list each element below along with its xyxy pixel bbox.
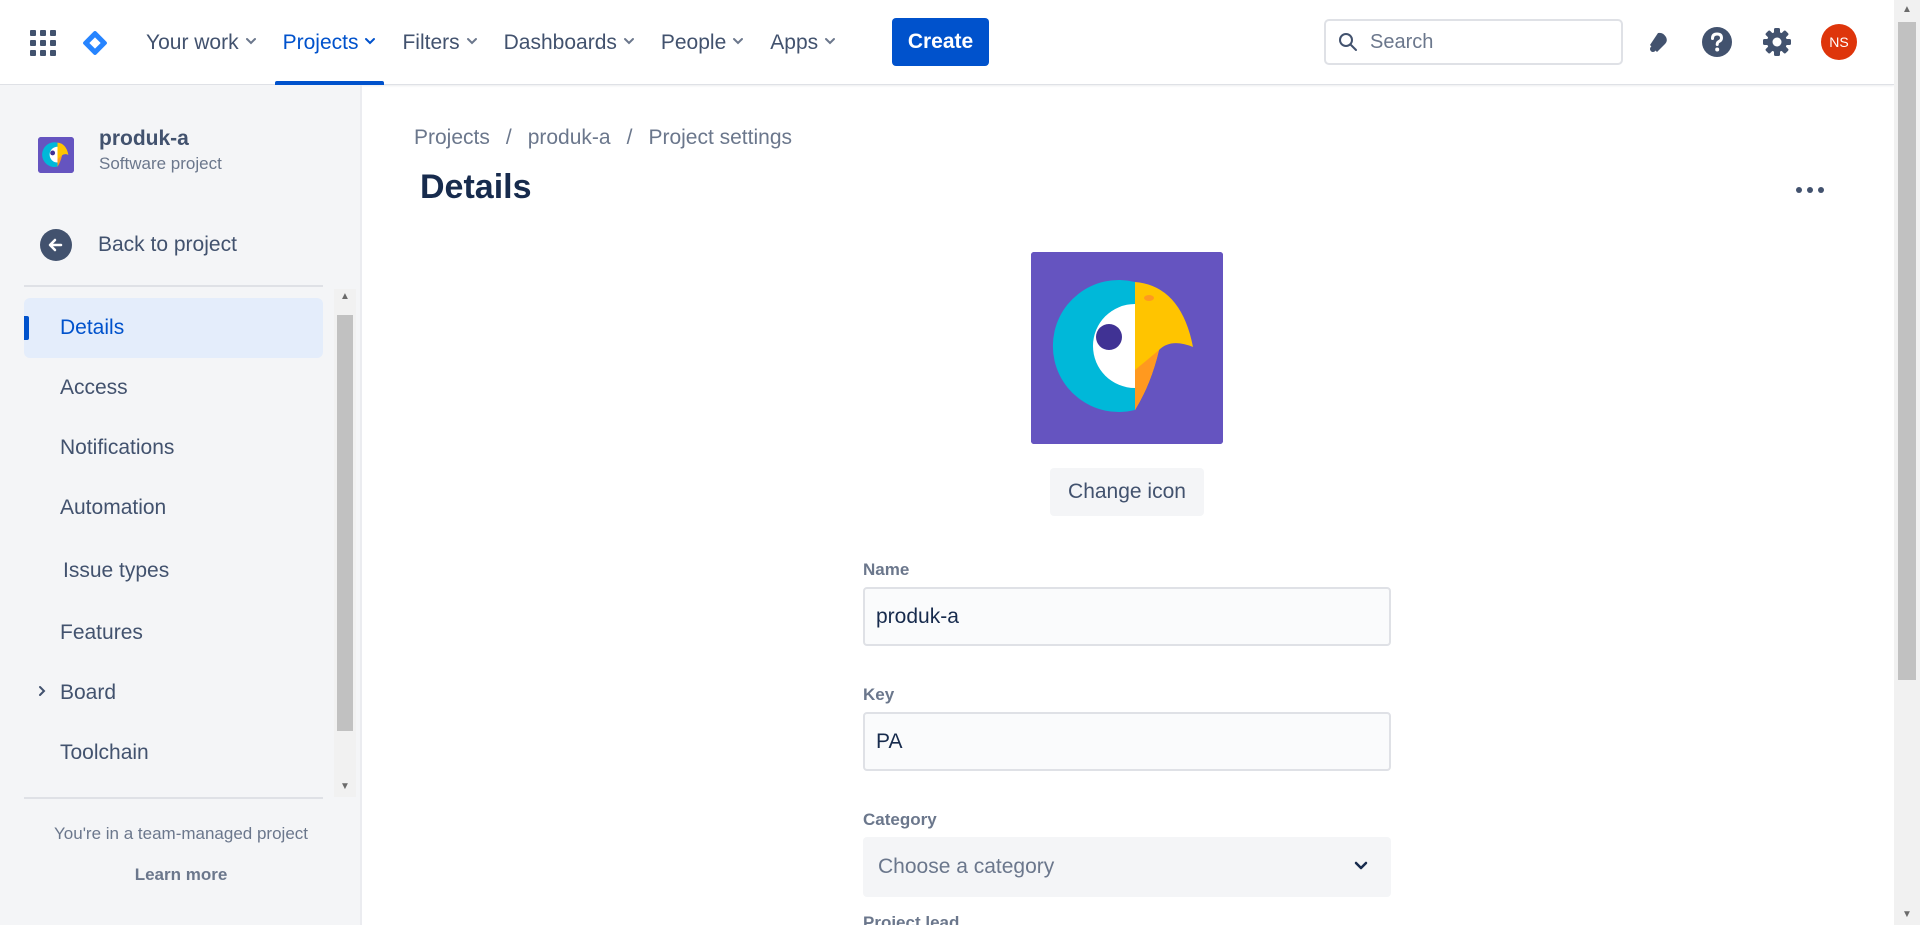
category-placeholder: Choose a category	[878, 855, 1055, 878]
nav-item-filters[interactable]: Filters	[392, 0, 487, 85]
chevron-down-icon	[364, 35, 376, 50]
sidebar-item-board[interactable]: Board	[24, 663, 323, 723]
sidebar-item-label: Notifications	[60, 436, 175, 459]
chevron-down-icon	[1354, 861, 1368, 870]
scrollbar-thumb[interactable]	[337, 315, 353, 731]
sidebar-item-automation[interactable]: Automation	[24, 478, 323, 538]
back-to-project-link[interactable]: Back to project	[40, 229, 237, 261]
sidebar-item-label: Board	[60, 681, 117, 704]
project-name: produk-a	[99, 127, 189, 150]
scrollbar-thumb[interactable]	[1898, 22, 1916, 680]
create-button[interactable]: Create	[892, 18, 989, 66]
page-scrollbar[interactable]: ▲ ▼	[1894, 0, 1920, 925]
project-avatar-icon	[38, 137, 74, 173]
project-header[interactable]: produk-a Software project	[38, 127, 222, 173]
sidebar-divider	[24, 285, 323, 287]
project-lead-label: Project lead	[863, 913, 960, 925]
sidebar-item-label: Automation	[60, 496, 167, 519]
category-select[interactable]: Choose a category	[863, 837, 1391, 897]
top-navigation: Your work Projects Filters Dashboards People…	[0, 0, 1894, 85]
search-box[interactable]	[1324, 19, 1623, 65]
page-title: Details	[420, 168, 532, 206]
chevron-down-icon	[824, 35, 836, 50]
chevron-down-icon	[245, 35, 257, 50]
nav-item-label: Dashboards	[503, 30, 617, 54]
name-field[interactable]: produk-a	[863, 587, 1391, 646]
app-switcher-icon[interactable]	[30, 30, 56, 56]
key-label: Key	[863, 685, 895, 704]
project-icon-preview	[1031, 252, 1223, 444]
chevron-down-icon	[732, 35, 744, 50]
sidebar-item-access[interactable]: Access	[24, 358, 323, 418]
sidebar-item-details[interactable]: Details	[24, 298, 323, 358]
primary-nav: Your work Projects Filters Dashboards People…	[136, 0, 852, 85]
sidebar-divider	[24, 797, 323, 799]
nav-item-label: Filters	[402, 30, 460, 54]
more-actions-icon[interactable]	[1793, 178, 1827, 202]
breadcrumb-separator: /	[626, 126, 633, 149]
sidebar-item-label: Features	[60, 621, 143, 644]
key-field[interactable]: PA	[863, 712, 1391, 771]
scroll-down-arrow-icon[interactable]: ▼	[339, 781, 351, 793]
scroll-down-arrow-icon[interactable]: ▼	[1901, 909, 1913, 921]
back-to-project-label: Back to project	[98, 233, 237, 256]
sidebar-item-issue-types[interactable]: Issue types	[24, 541, 323, 601]
settings-icon[interactable]	[1759, 24, 1795, 60]
search-input[interactable]	[1370, 30, 1610, 54]
project-type: Software project	[99, 154, 222, 173]
sidebar-item-toolchain[interactable]: Toolchain	[24, 723, 323, 783]
nav-item-label: People	[660, 30, 727, 54]
avatar[interactable]: NS	[1821, 24, 1857, 60]
sidebar-item-notifications[interactable]: Notifications	[24, 418, 323, 478]
nav-item-people[interactable]: People	[651, 0, 754, 85]
sidebar-item-features[interactable]: Features	[24, 603, 323, 663]
sidebar-item-label: Toolchain	[60, 741, 149, 764]
breadcrumb-projects[interactable]: Projects	[414, 126, 490, 150]
change-icon-button[interactable]: Change icon	[1050, 468, 1204, 516]
breadcrumb-project-settings[interactable]: Project settings	[648, 126, 792, 150]
sidebar-item-label: Issue types	[63, 559, 170, 582]
category-label: Category	[863, 810, 937, 829]
chevron-right-icon[interactable]	[36, 684, 48, 702]
back-arrow-icon	[40, 229, 72, 261]
help-icon[interactable]	[1699, 24, 1735, 60]
nav-item-label: Apps	[770, 30, 819, 54]
scroll-up-arrow-icon[interactable]: ▲	[1901, 4, 1913, 16]
parrot-avatar-icon	[1031, 252, 1223, 444]
project-sidebar: produk-a Software project Back to projec…	[0, 85, 362, 925]
nav-item-label: Your work	[146, 30, 239, 54]
breadcrumb: Projects / produk-a / Project settings	[414, 126, 792, 150]
team-managed-note: You're in a team-managed project	[54, 824, 308, 843]
breadcrumb-separator: /	[505, 126, 512, 149]
sidebar-item-label: Access	[60, 376, 128, 399]
breadcrumb-project[interactable]: produk-a	[528, 126, 611, 150]
scroll-up-arrow-icon[interactable]: ▲	[339, 291, 351, 303]
nav-item-projects[interactable]: Projects	[273, 0, 387, 85]
nav-item-your-work[interactable]: Your work	[136, 0, 267, 85]
learn-more-link[interactable]: Learn more	[0, 865, 362, 885]
sidebar-scrollbar[interactable]: ▲ ▼	[334, 289, 356, 797]
jira-logo-icon[interactable]	[80, 28, 110, 58]
nav-item-apps[interactable]: Apps	[760, 0, 846, 85]
name-label: Name	[863, 560, 910, 579]
chevron-down-icon	[623, 35, 635, 50]
notifications-icon[interactable]	[1640, 24, 1676, 60]
nav-item-dashboards[interactable]: Dashboards	[494, 0, 645, 85]
nav-item-label: Projects	[282, 30, 359, 54]
chevron-down-icon	[466, 35, 478, 50]
search-icon	[1339, 33, 1357, 51]
sidebar-item-label: Details	[60, 316, 125, 339]
